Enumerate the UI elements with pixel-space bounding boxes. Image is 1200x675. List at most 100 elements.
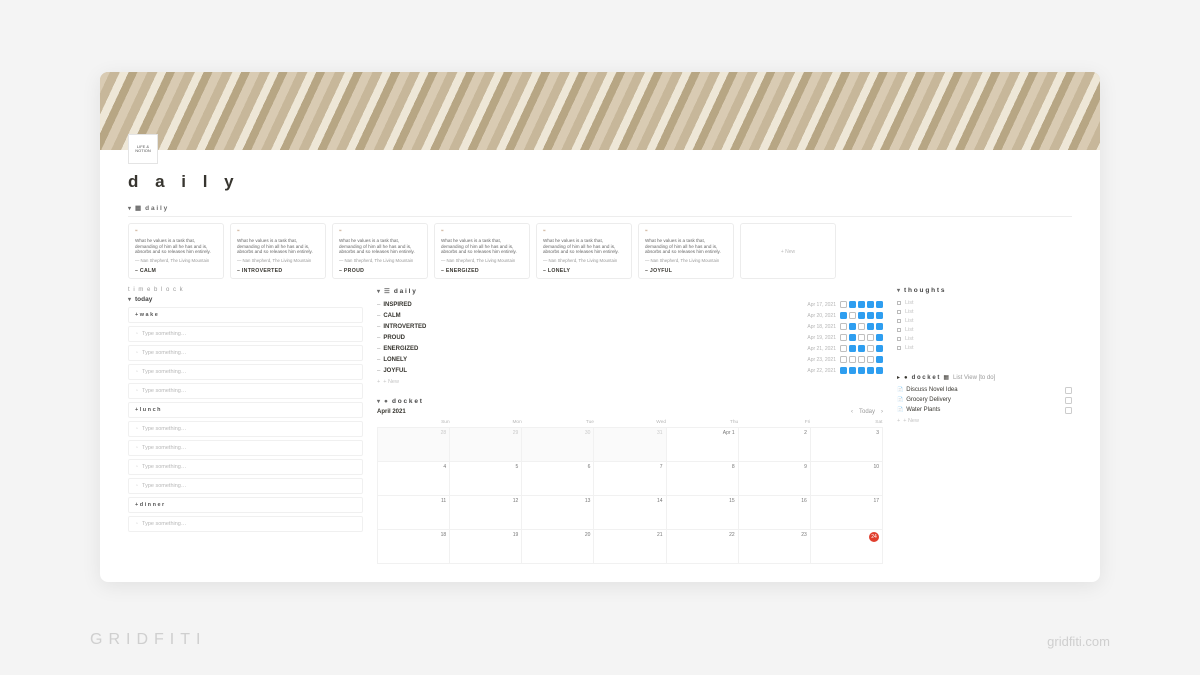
checkbox[interactable] bbox=[858, 312, 865, 319]
checkbox[interactable] bbox=[876, 312, 883, 319]
checkbox[interactable] bbox=[867, 334, 874, 341]
docket-list-header[interactable]: ▸ ● d o c k e t ▦ List View [to do] bbox=[897, 374, 1072, 381]
docket-item[interactable]: 📄Water Plants bbox=[897, 405, 1072, 415]
checkbox[interactable] bbox=[849, 367, 856, 374]
cal-day[interactable]: 21 bbox=[594, 530, 666, 564]
cal-day[interactable]: 24 bbox=[810, 530, 882, 564]
checkbox[interactable] bbox=[1065, 397, 1072, 404]
today-toggle[interactable]: today bbox=[128, 296, 363, 303]
add-mood-row[interactable]: ++ New bbox=[377, 376, 883, 388]
checkbox[interactable] bbox=[858, 301, 865, 308]
calendar[interactable]: SunMonTueWedThuFriSat28293031Apr 1234567… bbox=[377, 418, 883, 564]
cal-day[interactable]: 28 bbox=[378, 428, 450, 462]
checkbox[interactable] bbox=[840, 301, 847, 308]
timeblock-slot[interactable]: ◔Type something… bbox=[128, 364, 363, 380]
cal-day[interactable]: 13 bbox=[522, 496, 594, 530]
mood-card[interactable]: ❝ What he values is a task that, demandi… bbox=[128, 223, 224, 279]
page-icon[interactable]: LIFE & NOTION bbox=[128, 134, 158, 164]
timeblock-slot[interactable]: ◔Type something… bbox=[128, 383, 363, 399]
cal-prev[interactable]: ‹ bbox=[851, 409, 853, 415]
cal-day[interactable]: 9 bbox=[738, 462, 810, 496]
thought-item[interactable]: List bbox=[897, 334, 1072, 343]
checkbox[interactable] bbox=[840, 345, 847, 352]
cal-day[interactable]: 2 bbox=[738, 428, 810, 462]
cal-day[interactable]: 15 bbox=[666, 496, 738, 530]
cal-day[interactable]: 29 bbox=[450, 428, 522, 462]
checkbox[interactable] bbox=[849, 356, 856, 363]
checkbox[interactable] bbox=[876, 356, 883, 363]
mood-row[interactable]: –PROUD Apr 19, 2021 bbox=[377, 332, 883, 343]
timeblock-slot[interactable]: ◔Type something… bbox=[128, 478, 363, 494]
mood-card[interactable]: ❝ What he values is a task that, demandi… bbox=[332, 223, 428, 279]
checkbox[interactable] bbox=[876, 367, 883, 374]
mood-row[interactable]: –INTROVERTED Apr 18, 2021 bbox=[377, 321, 883, 332]
cal-next[interactable]: › bbox=[881, 409, 883, 415]
checkbox[interactable] bbox=[858, 367, 865, 374]
checkbox[interactable] bbox=[858, 356, 865, 363]
checkbox[interactable] bbox=[876, 345, 883, 352]
docket-item[interactable]: 📄Discuss Novel Idea bbox=[897, 385, 1072, 395]
cal-day[interactable]: 30 bbox=[522, 428, 594, 462]
checkbox[interactable] bbox=[876, 301, 883, 308]
cal-day[interactable]: 18 bbox=[378, 530, 450, 564]
timeblock-section[interactable]: + w a k e bbox=[128, 307, 363, 323]
timeblock-slot[interactable]: ◔Type something… bbox=[128, 516, 363, 532]
thoughts-header[interactable]: t h o u g h t s bbox=[897, 287, 1072, 294]
cal-day[interactable]: 3 bbox=[810, 428, 882, 462]
cal-day[interactable]: 10 bbox=[810, 462, 882, 496]
checkbox[interactable] bbox=[840, 334, 847, 341]
checkbox[interactable] bbox=[867, 367, 874, 374]
thought-item[interactable]: List bbox=[897, 298, 1072, 307]
checkbox[interactable] bbox=[876, 323, 883, 330]
add-docket-row[interactable]: ++ New bbox=[897, 415, 1072, 427]
thought-item[interactable]: List bbox=[897, 343, 1072, 352]
checkbox[interactable] bbox=[867, 345, 874, 352]
cal-day[interactable]: 4 bbox=[378, 462, 450, 496]
checkbox[interactable] bbox=[849, 345, 856, 352]
cal-day[interactable]: 16 bbox=[738, 496, 810, 530]
checkbox[interactable] bbox=[849, 312, 856, 319]
cal-day[interactable]: 7 bbox=[594, 462, 666, 496]
mood-card[interactable]: ❝ What he values is a task that, demandi… bbox=[536, 223, 632, 279]
new-card[interactable]: + New bbox=[740, 223, 836, 279]
docket-view-label[interactable]: List View [to do] bbox=[953, 375, 995, 381]
checkbox[interactable] bbox=[867, 312, 874, 319]
mood-row[interactable]: –ENERGIZED Apr 21, 2021 bbox=[377, 343, 883, 354]
cal-day[interactable]: 12 bbox=[450, 496, 522, 530]
checkbox[interactable] bbox=[849, 301, 856, 308]
docket-cal-header[interactable]: ● d o c k e t bbox=[377, 398, 883, 405]
cal-day[interactable]: 17 bbox=[810, 496, 882, 530]
mood-row[interactable]: –CALM Apr 20, 2021 bbox=[377, 310, 883, 321]
checkbox[interactable] bbox=[840, 312, 847, 319]
mood-card[interactable]: ❝ What he values is a task that, demandi… bbox=[434, 223, 530, 279]
checkbox[interactable] bbox=[849, 323, 856, 330]
timeblock-slot[interactable]: ◔Type something… bbox=[128, 440, 363, 456]
checkbox[interactable] bbox=[858, 334, 865, 341]
checkbox[interactable] bbox=[1065, 407, 1072, 414]
checkbox[interactable] bbox=[840, 367, 847, 374]
cal-day[interactable]: 8 bbox=[666, 462, 738, 496]
checkbox[interactable] bbox=[1065, 387, 1072, 394]
docket-item[interactable]: 📄Grocery Delivery bbox=[897, 395, 1072, 405]
cal-day[interactable]: 6 bbox=[522, 462, 594, 496]
checkbox[interactable] bbox=[867, 323, 874, 330]
cal-day[interactable]: 14 bbox=[594, 496, 666, 530]
mood-card[interactable]: ❝ What he values is a task that, demandi… bbox=[230, 223, 326, 279]
thought-item[interactable]: List bbox=[897, 316, 1072, 325]
checkbox[interactable] bbox=[840, 356, 847, 363]
timeblock-slot[interactable]: ◔Type something… bbox=[128, 345, 363, 361]
mood-card[interactable]: ❝ What he values is a task that, demandi… bbox=[638, 223, 734, 279]
cal-day[interactable]: 31 bbox=[594, 428, 666, 462]
cal-day[interactable]: 22 bbox=[666, 530, 738, 564]
cal-day[interactable]: 23 bbox=[738, 530, 810, 564]
daily-list-header[interactable]: ☰ d a i l y bbox=[377, 287, 883, 295]
checkbox[interactable] bbox=[867, 356, 874, 363]
checkbox[interactable] bbox=[858, 323, 865, 330]
timeblock-section[interactable]: + l u n c h bbox=[128, 402, 363, 418]
checkbox[interactable] bbox=[849, 334, 856, 341]
cal-day[interactable]: 19 bbox=[450, 530, 522, 564]
thought-item[interactable]: List bbox=[897, 325, 1072, 334]
cal-day[interactable]: Apr 1 bbox=[666, 428, 738, 462]
cal-today[interactable]: Today bbox=[859, 409, 875, 415]
mood-row[interactable]: –JOYFUL Apr 22, 2021 bbox=[377, 365, 883, 376]
